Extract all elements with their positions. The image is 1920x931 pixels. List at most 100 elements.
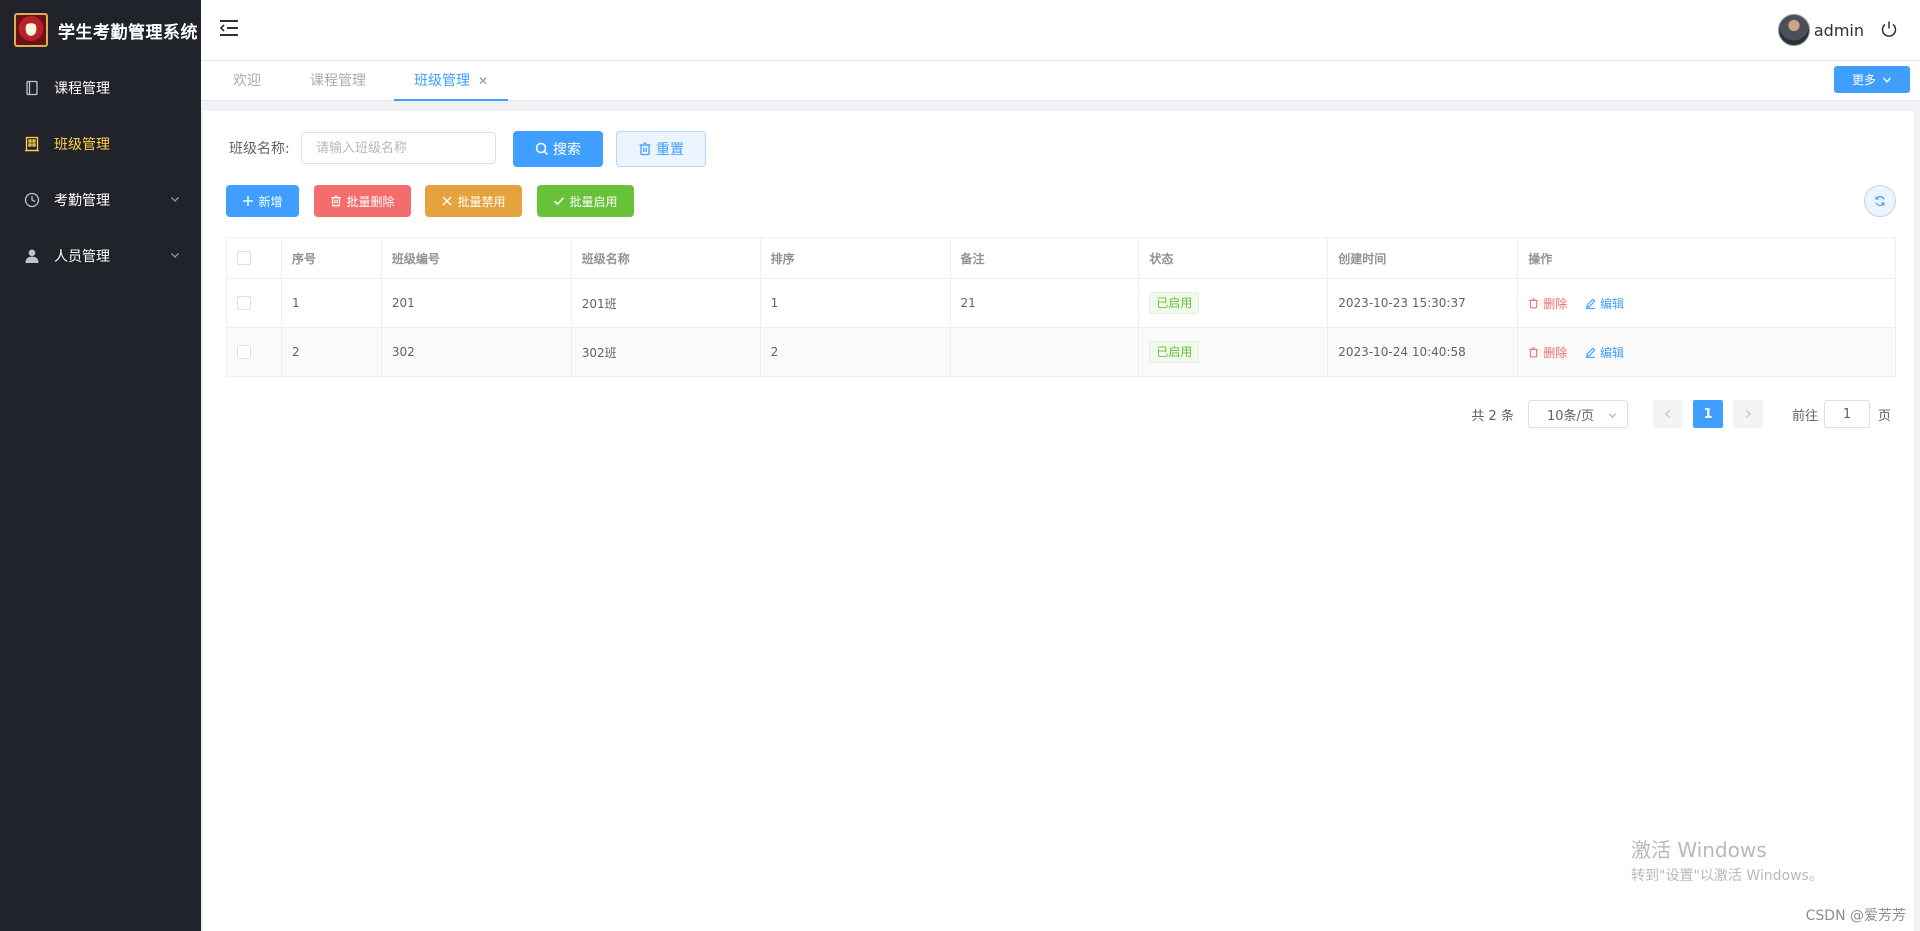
sidebar-item-personnel[interactable]: 人员管理 bbox=[0, 228, 201, 284]
row-select-cell bbox=[226, 278, 282, 328]
user-icon bbox=[24, 248, 40, 264]
cell-code: 201 bbox=[380, 278, 572, 328]
sidebar-item-attendance[interactable]: 考勤管理 bbox=[0, 172, 201, 228]
goto-prefix: 前往 bbox=[1791, 408, 1818, 424]
close-icon bbox=[442, 196, 452, 206]
edit-label: 编辑 bbox=[1600, 296, 1625, 311]
csdn-watermark: CSDN @爱芳芳 bbox=[1805, 908, 1906, 924]
chevron-down-icon bbox=[171, 197, 179, 202]
search-button[interactable]: 搜索 bbox=[513, 131, 603, 167]
edit-link[interactable]: 编辑 bbox=[1585, 344, 1624, 361]
sidebar-item-label: 考勤管理 bbox=[54, 193, 110, 209]
select-all-checkbox[interactable] bbox=[237, 251, 251, 266]
goto-suffix: 页 bbox=[1877, 408, 1891, 424]
edit-link[interactable]: 编辑 bbox=[1585, 295, 1624, 312]
cell-actions: 删除 编辑 bbox=[1517, 327, 1896, 377]
column-header: 序号 bbox=[280, 237, 382, 279]
refresh-icon bbox=[1875, 195, 1885, 207]
close-icon[interactable]: ✕ bbox=[478, 74, 488, 88]
page-number-1[interactable]: 1 bbox=[1692, 400, 1723, 428]
pagination: 共 2 条 10条/页 1 前往 页 bbox=[1471, 400, 1891, 428]
search-label: 班级名称: bbox=[229, 141, 290, 157]
sidebar-item-label: 班级管理 bbox=[54, 137, 110, 153]
tab-class[interactable]: 班级管理 ✕ bbox=[394, 61, 509, 101]
table-header-row: 序号 班级编号 班级名称 排序 备注 状态 创建时间 操作 bbox=[226, 237, 1896, 279]
cell-actions: 删除 编辑 bbox=[1517, 278, 1896, 328]
prev-page-button[interactable] bbox=[1652, 400, 1683, 428]
book-icon bbox=[24, 80, 40, 96]
chevron-left-icon bbox=[1665, 410, 1670, 418]
username: admin bbox=[1813, 20, 1864, 40]
sidebar: 学生考勤管理系统 课程管理 班级管理 考勤管理 人员管理 bbox=[0, 0, 201, 931]
batch-enable-label: 批量启用 bbox=[569, 194, 618, 209]
tab-label: 欢迎 bbox=[233, 73, 261, 89]
cell-sort: 2 bbox=[759, 327, 951, 377]
cell-index: 2 bbox=[280, 327, 382, 377]
add-button[interactable]: 新增 bbox=[226, 185, 299, 217]
sidebar-item-label: 课程管理 bbox=[54, 81, 110, 97]
column-header: 班级名称 bbox=[570, 237, 761, 279]
avatar bbox=[1777, 14, 1810, 46]
sidebar-menu: 课程管理 班级管理 考勤管理 人员管理 bbox=[0, 60, 201, 284]
more-button[interactable]: 更多 bbox=[1834, 66, 1910, 93]
cell-remark bbox=[949, 327, 1140, 377]
row-checkbox[interactable] bbox=[237, 345, 251, 360]
check-icon bbox=[554, 197, 565, 206]
refresh-button[interactable] bbox=[1864, 185, 1896, 217]
trash-icon bbox=[331, 195, 342, 207]
cell-sort: 1 bbox=[759, 278, 951, 328]
batch-enable-button[interactable]: 批量启用 bbox=[537, 185, 634, 217]
more-button-label: 更多 bbox=[1851, 73, 1876, 87]
main-panel: 班级名称: 搜索 重置 新增 批量删除 批量禁用 批量启用 序号 bbox=[203, 111, 1914, 931]
chevron-right-icon bbox=[1746, 410, 1751, 418]
delete-link[interactable]: 删除 bbox=[1528, 344, 1567, 361]
class-name-search-input[interactable] bbox=[301, 132, 496, 164]
next-page-button[interactable] bbox=[1732, 400, 1763, 428]
windows-activation-watermark: 激活 Windows 转到"设置"以激活 Windows。 bbox=[1631, 834, 1823, 885]
batch-delete-label: 批量删除 bbox=[346, 194, 395, 209]
cell-code: 302 bbox=[380, 327, 572, 377]
trash-icon bbox=[1529, 297, 1539, 308]
row-checkbox[interactable] bbox=[237, 296, 251, 311]
sidebar-item-class[interactable]: 班级管理 bbox=[0, 116, 201, 172]
edit-icon bbox=[1585, 298, 1596, 309]
reset-button-label: 重置 bbox=[656, 142, 684, 158]
chevron-down-icon bbox=[1608, 413, 1617, 418]
chevron-down-icon bbox=[1882, 77, 1892, 83]
edit-label: 编辑 bbox=[1600, 345, 1625, 360]
batch-disable-button[interactable]: 批量禁用 bbox=[425, 185, 522, 217]
reset-button[interactable]: 重置 bbox=[616, 131, 706, 167]
cell-remark: 21 bbox=[949, 278, 1140, 328]
tab-welcome[interactable]: 欢迎 bbox=[233, 61, 261, 101]
cell-name: 302班 bbox=[570, 327, 761, 377]
search-icon bbox=[535, 142, 549, 156]
batch-delete-button[interactable]: 批量删除 bbox=[314, 185, 411, 217]
delete-label: 删除 bbox=[1543, 296, 1568, 311]
tab-course[interactable]: 课程管理 bbox=[310, 61, 366, 101]
goto-page-input[interactable] bbox=[1823, 400, 1870, 428]
cell-index: 1 bbox=[280, 278, 382, 328]
total-count: 共 2 条 bbox=[1471, 408, 1514, 424]
user-menu[interactable]: admin bbox=[1777, 14, 1864, 46]
sidebar-item-course[interactable]: 课程管理 bbox=[0, 60, 201, 116]
tabs-bar: 欢迎 课程管理 班级管理 ✕ 更多 bbox=[201, 61, 1920, 101]
delete-link[interactable]: 删除 bbox=[1528, 295, 1567, 312]
menu-fold-icon[interactable] bbox=[219, 18, 239, 38]
search-button-label: 搜索 bbox=[553, 142, 581, 158]
select-all-cell bbox=[226, 237, 282, 279]
batch-disable-label: 批量禁用 bbox=[457, 194, 506, 209]
table-row: 1 201 201班 1 21 已启用 2023-10-23 15:30:37 … bbox=[226, 278, 1896, 328]
cell-created: 2023-10-24 10:40:58 bbox=[1327, 327, 1519, 377]
status-badge: 已启用 bbox=[1149, 292, 1200, 314]
cell-created: 2023-10-23 15:30:37 bbox=[1327, 278, 1519, 328]
column-header: 创建时间 bbox=[1327, 237, 1519, 279]
column-header: 排序 bbox=[759, 237, 951, 279]
goto-page: 前往 页 bbox=[1792, 400, 1891, 428]
app-title: 学生考勤管理系统 bbox=[58, 22, 198, 43]
table-row: 2 302 302班 2 已启用 2023-10-24 10:40:58 删除 … bbox=[226, 327, 1896, 377]
add-button-label: 新增 bbox=[258, 194, 283, 209]
power-icon[interactable] bbox=[1880, 20, 1898, 38]
page-size-select[interactable]: 10条/页 bbox=[1527, 400, 1628, 428]
cell-status: 已启用 bbox=[1138, 327, 1329, 377]
page-size-value: 10条/页 bbox=[1546, 408, 1594, 424]
